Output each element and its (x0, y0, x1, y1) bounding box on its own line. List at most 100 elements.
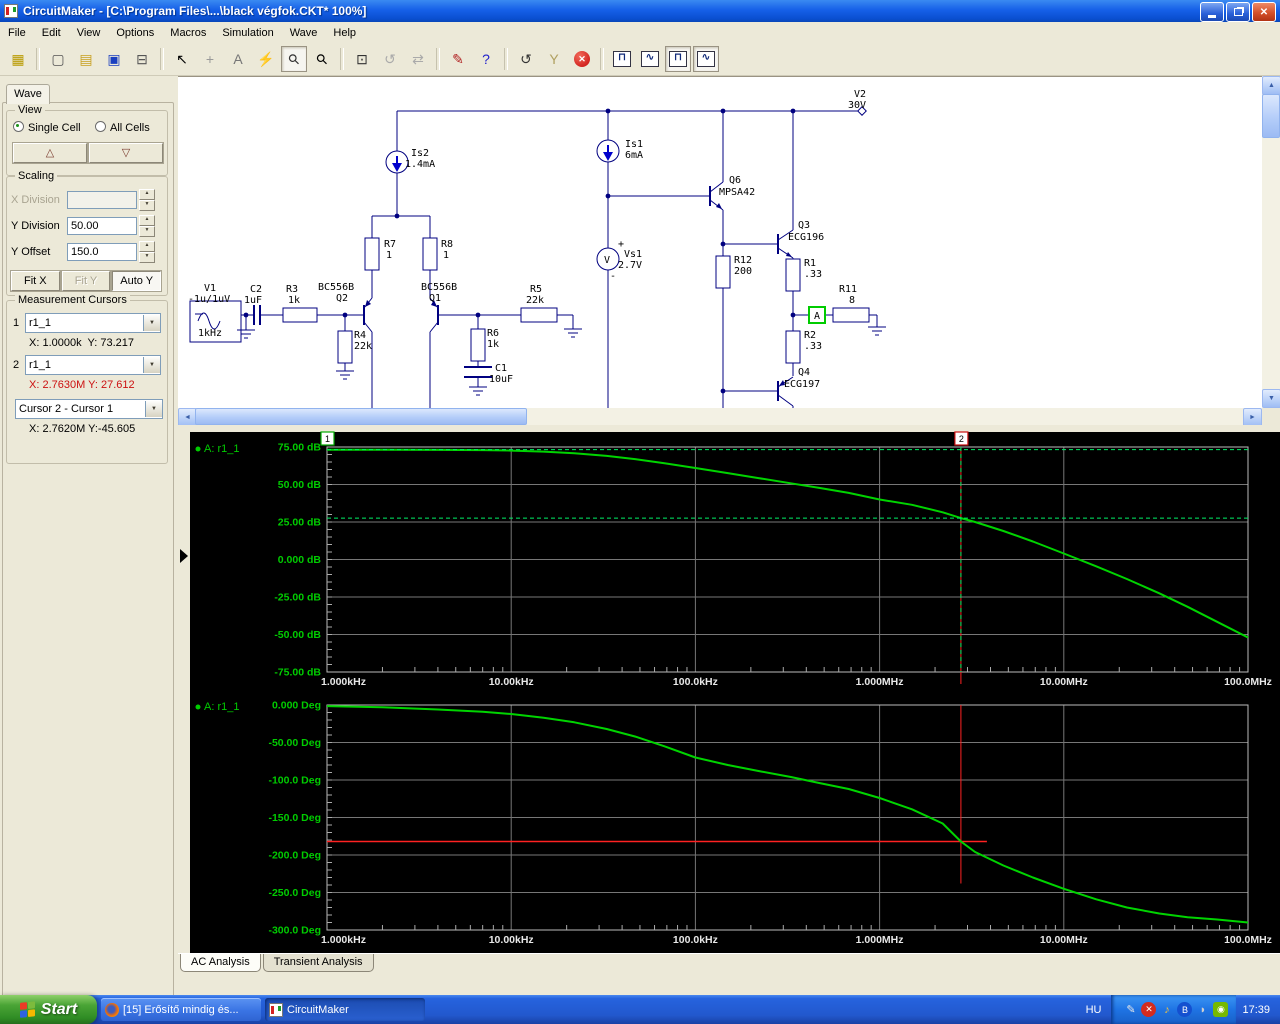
start-button[interactable]: Start (0, 995, 97, 1024)
radio-all-cells-label: All Cells (110, 122, 150, 134)
audio-device-icon[interactable]: ◗ (1195, 1002, 1210, 1017)
chevron-down-icon[interactable]: ▼ (143, 357, 160, 373)
help-icon[interactable]: ? (473, 46, 499, 72)
cursor-2-signal-combobox[interactable]: r1_1 ▼ (25, 355, 161, 375)
scaling-input-y-offset[interactable]: 150.0 (67, 243, 137, 261)
schematic-label: 200 (734, 266, 752, 277)
security-alert-icon[interactable]: ✕ (1141, 1002, 1157, 1017)
digital-scope-3-icon[interactable]: ⊓ (665, 46, 691, 72)
vertical-scroll-thumb[interactable] (1262, 94, 1280, 138)
menu-item-help[interactable]: Help (325, 24, 364, 42)
radio-single-cell[interactable]: Single Cell (13, 121, 81, 134)
schematic-label: 22k (526, 295, 544, 306)
spinner-down-icon[interactable]: ▼ (139, 200, 155, 211)
taskbar-task--15-er-s-t-mindig-s-[interactable]: [15] Erősítő mindig és... (101, 998, 261, 1021)
schematic-label: 10uF (489, 374, 513, 385)
open-file-icon[interactable]: ▤ (73, 46, 99, 72)
minimize-button[interactable] (1200, 2, 1224, 22)
menu-item-view[interactable]: View (69, 24, 109, 42)
menu-item-edit[interactable]: Edit (34, 24, 69, 42)
digital-scope-4-icon[interactable]: ∿ (693, 46, 719, 72)
spinner[interactable]: ▲ ▼ (139, 189, 155, 211)
new-file-icon[interactable]: ▢ (45, 46, 71, 72)
tab-wave[interactable]: Wave (6, 84, 50, 104)
schematic-label: R5 (530, 284, 542, 295)
save-file-icon[interactable]: ▣ (101, 46, 127, 72)
cursor-diff-combobox[interactable]: Cursor 2 - Cursor 1 ▼ (15, 399, 163, 419)
x-tick-label: 10.00kHz (489, 934, 534, 946)
vertical-scrollbar[interactable]: ▲ ▼ (1262, 76, 1280, 408)
transistor-arrows (243, 108, 796, 394)
spinner-up-icon[interactable]: ▲ (139, 215, 155, 226)
close-button[interactable]: ✕ (1252, 2, 1276, 22)
cell-down-button[interactable]: ▽ (88, 142, 164, 164)
taskbar-task-circuitmaker[interactable]: CircuitMaker (265, 998, 425, 1021)
taskbar: Start [15] Erősítő mindig és... CircuitMa… (0, 995, 1280, 1024)
mirror-icon[interactable]: ⇄ (405, 46, 431, 72)
zoom-window-icon[interactable]: ⚲ (309, 46, 335, 72)
digital-scope-2-icon[interactable]: ∿ (637, 46, 663, 72)
y-tick-label: -250.0 Deg (268, 887, 321, 899)
page-zoom-icon[interactable]: ⊡ (349, 46, 375, 72)
menu-bar: File Edit View Options Macros Simulation Wave H… (0, 22, 1280, 44)
x-tick-label: 1.000MHz (856, 934, 904, 946)
schematic-canvas[interactable]: V2 30V Is2 1.4mA R7 1 R8 1 Is1 6mA + Vs1 2.7V - V Q6 MPS… (178, 76, 1262, 409)
chevron-down-icon[interactable]: ▼ (143, 315, 160, 331)
pane-splitter-icon[interactable] (180, 549, 188, 563)
menu-item-macros[interactable]: Macros (162, 24, 214, 42)
auto-y-button[interactable]: Auto Y (111, 270, 163, 292)
spinner-down-icon[interactable]: ▼ (139, 252, 155, 263)
radio-all-cells[interactable]: All Cells (95, 121, 150, 134)
fit-x-button[interactable]: Fit X (10, 270, 61, 292)
help-icon-glyph: ? (482, 51, 490, 67)
print-icon[interactable]: ⊟ (129, 46, 155, 72)
chevron-down-icon[interactable]: ▼ (145, 401, 162, 417)
spinner-down-icon[interactable]: ▼ (139, 226, 155, 237)
digital-scope-1-icon[interactable]: ⊓ (609, 46, 635, 72)
probe-marker-a[interactable]: A (808, 306, 826, 324)
restore-button[interactable] (1226, 2, 1250, 22)
select-arrow-icon[interactable]: ↖ (169, 46, 195, 72)
spinner-up-icon[interactable]: ▲ (139, 241, 155, 252)
fit-y-button[interactable]: Fit Y (60, 270, 112, 292)
menu-item-options[interactable]: Options (108, 24, 162, 42)
cursor-1-signal-combobox[interactable]: r1_1 ▼ (25, 313, 161, 333)
volume-icon[interactable]: ♪ (1159, 1002, 1174, 1017)
rotate-icon[interactable]: ↺ (377, 46, 403, 72)
menu-item-file[interactable]: File (0, 24, 34, 42)
scroll-up-icon[interactable]: ▲ (1262, 76, 1280, 95)
title-bar: CircuitMaker - [C:\Program Files\...\bla… (0, 0, 1280, 22)
new-file-icon-glyph: ▢ (51, 50, 65, 67)
spinner[interactable]: ▲ ▼ (139, 215, 155, 237)
language-indicator[interactable]: HU (1076, 1004, 1112, 1016)
menu-item-wave[interactable]: Wave (282, 24, 326, 42)
horizontal-scroll-thumb[interactable] (195, 408, 527, 425)
scroll-down-icon[interactable]: ▼ (1262, 389, 1280, 408)
wire-tool-icon[interactable]: ⚡ (253, 46, 279, 72)
spinner-up-icon[interactable]: ▲ (139, 189, 155, 200)
schematic-label: 1kHz (198, 328, 222, 339)
text-tool-icon[interactable]: A (225, 46, 251, 72)
horizontal-scrollbar[interactable]: ◄ ► (178, 408, 1262, 427)
scaling-input-y-division[interactable]: 50.00 (67, 217, 137, 235)
add-part-icon[interactable]: + (197, 46, 223, 72)
stop-simulation-icon[interactable]: ✕ (569, 46, 595, 72)
schematic-components (282, 106, 870, 364)
spinner[interactable]: ▲ ▼ (139, 241, 155, 263)
waveform-plots[interactable]: 75.00 dB 50.00 dB 25.00 dB 0.000 dB -25.00 d… (178, 425, 1280, 953)
tab-ac-analysis[interactable]: AC Analysis (180, 954, 261, 972)
wrench-icon[interactable]: Y (541, 46, 567, 72)
bluetooth-icon[interactable]: B (1177, 1002, 1193, 1017)
parts-browser-icon[interactable]: ▦ (5, 46, 31, 72)
zoom-tool-icon[interactable]: ⚲ (281, 46, 307, 72)
cell-up-button[interactable]: △ (12, 142, 88, 164)
radio-all-cells-icon[interactable] (95, 121, 106, 132)
radio-single-cell-icon[interactable] (13, 121, 24, 132)
tab-transient-analysis[interactable]: Transient Analysis (262, 954, 374, 972)
menu-item-simulation[interactable]: Simulation (214, 24, 281, 42)
tablet-pen-icon[interactable]: ✎ (1123, 1002, 1138, 1017)
reset-icon[interactable]: ↺ (513, 46, 539, 72)
nvidia-icon[interactable]: ◉ (1213, 1002, 1229, 1017)
probe-edit-icon[interactable]: ✎ (445, 46, 471, 72)
scaling-input-x-division[interactable] (67, 191, 137, 209)
